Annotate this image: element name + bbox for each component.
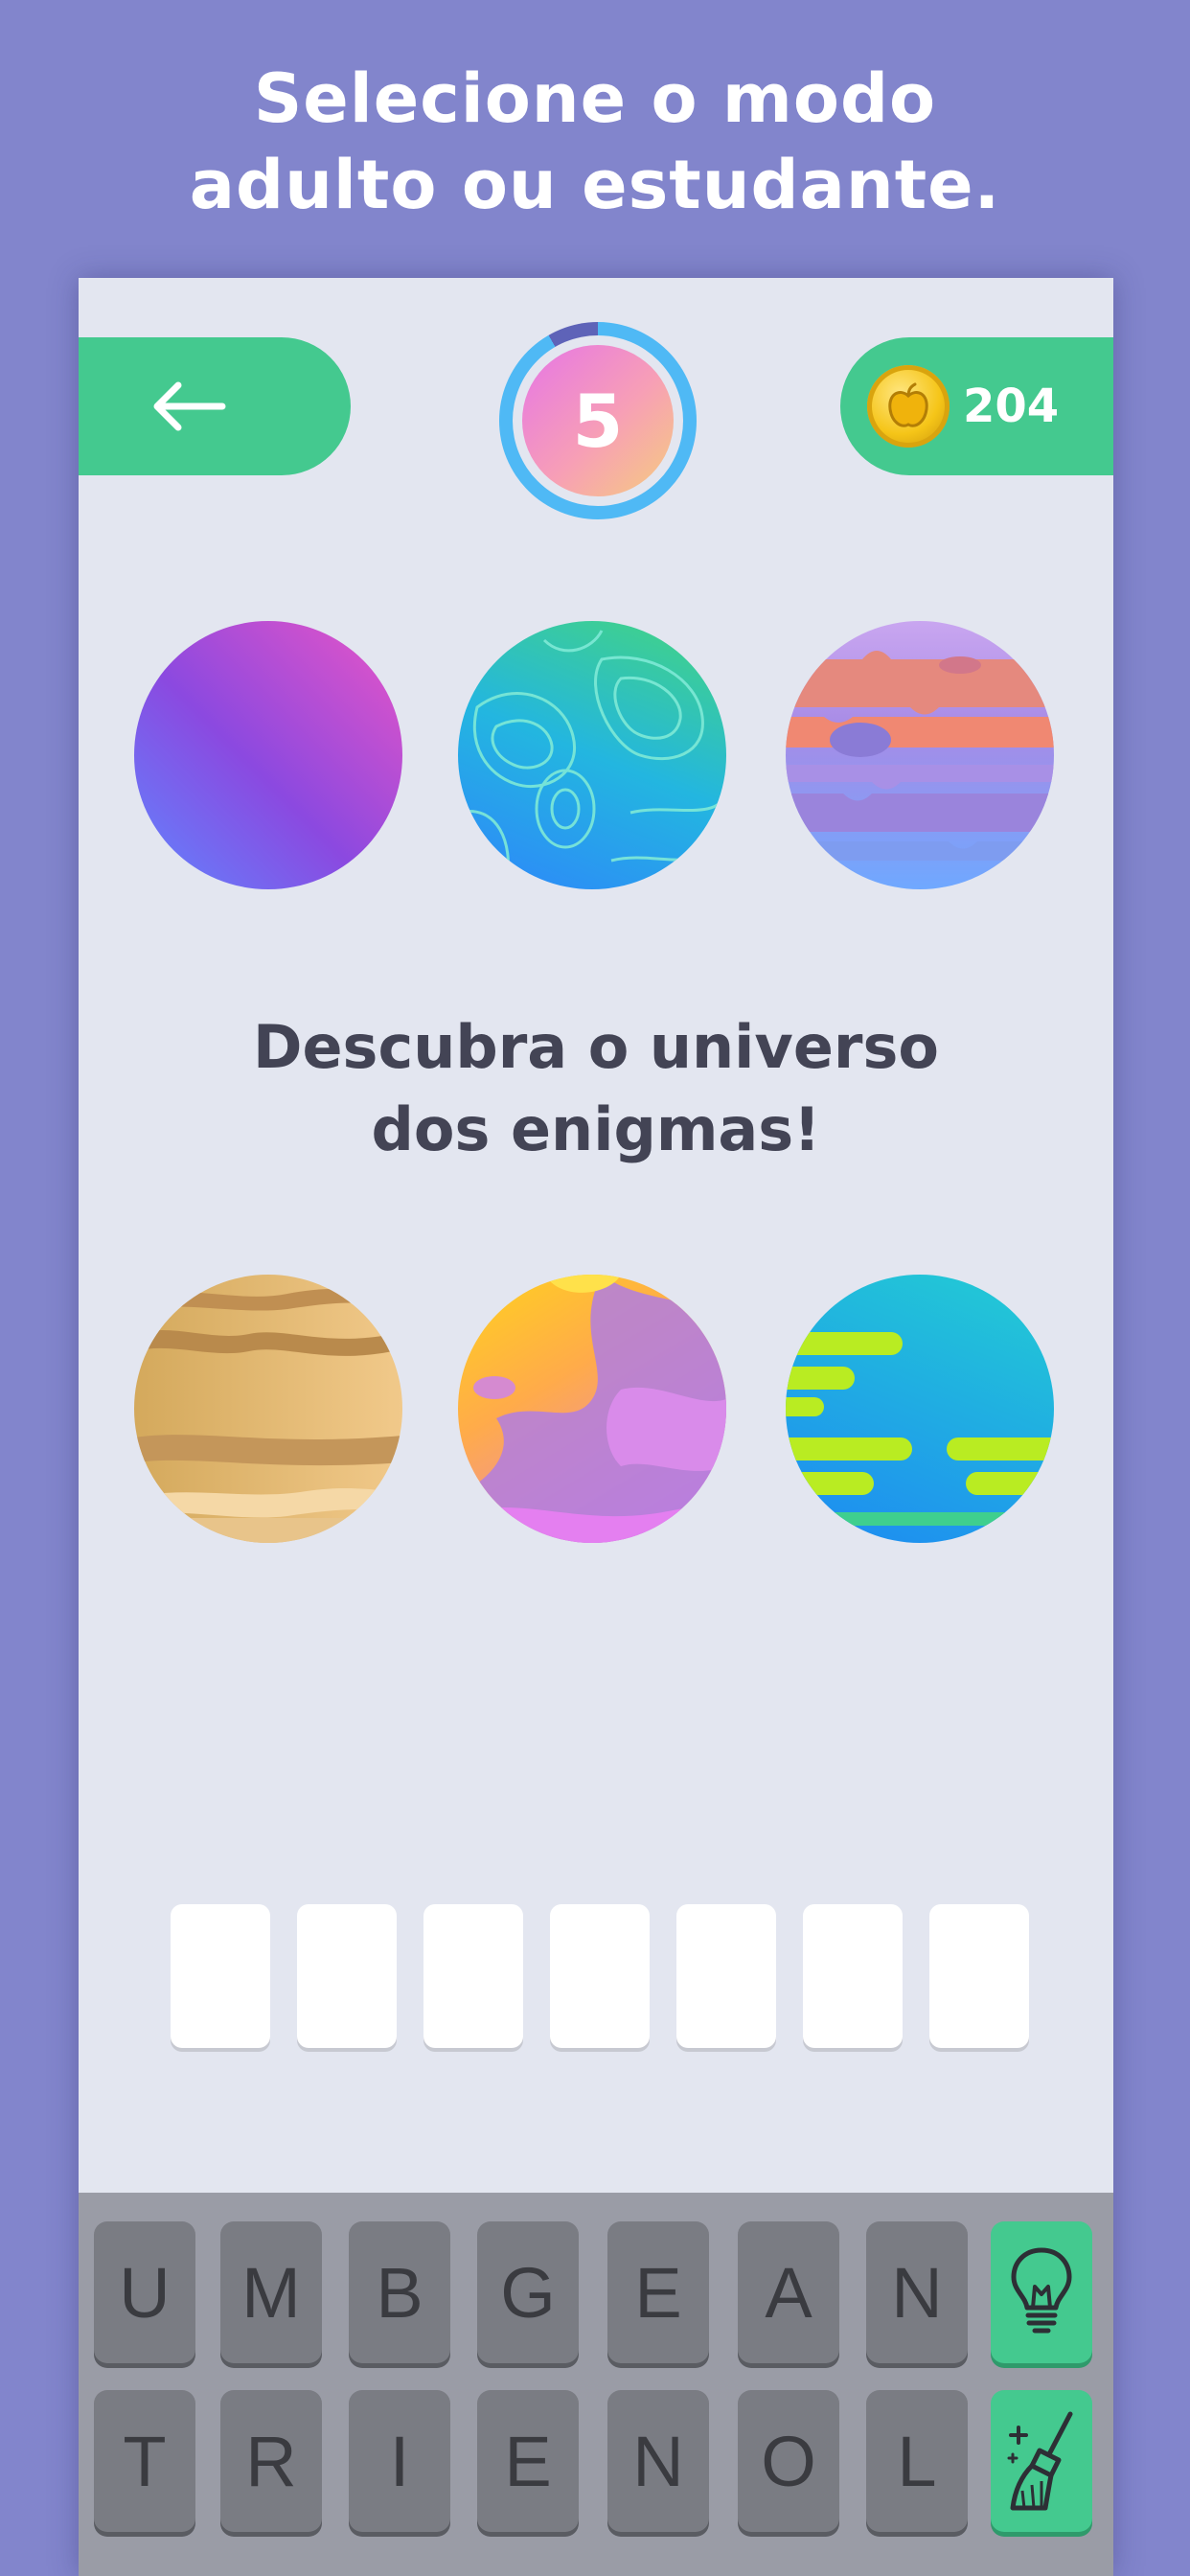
letter-key[interactable]: L — [866, 2390, 968, 2532]
answer-slots — [171, 1904, 1029, 2048]
clear-button[interactable] — [991, 2390, 1092, 2532]
tagline: Descubra o universo dos enigmas! — [79, 1006, 1113, 1171]
apple-coin-icon — [867, 365, 950, 448]
letter-key[interactable]: O — [738, 2390, 839, 2532]
headline: Selecione o modo adulto ou estudante. — [0, 56, 1190, 228]
back-button[interactable] — [79, 337, 351, 475]
planet-ocean-image — [786, 1275, 1054, 1543]
lightbulb-icon — [1011, 2247, 1072, 2334]
planet-lava-image — [458, 1275, 726, 1543]
answer-slot[interactable] — [929, 1904, 1029, 2048]
letter-key[interactable]: E — [477, 2390, 579, 2532]
answer-slot[interactable] — [297, 1904, 397, 2048]
arrow-left-icon — [153, 381, 226, 431]
letter-key[interactable]: I — [349, 2390, 450, 2532]
letter-key[interactable]: A — [738, 2221, 839, 2363]
planet-striped-image — [786, 621, 1054, 889]
headline-line-2: adulto ou estudante. — [189, 146, 1001, 224]
answer-slot[interactable] — [423, 1904, 523, 2048]
tagline-line-2: dos enigmas! — [371, 1094, 821, 1164]
letter-key[interactable]: R — [220, 2390, 322, 2532]
answer-slot[interactable] — [550, 1904, 650, 2048]
letter-key[interactable]: M — [220, 2221, 322, 2363]
letter-key[interactable]: U — [94, 2221, 195, 2363]
letter-key[interactable]: B — [349, 2221, 450, 2363]
answer-slot[interactable] — [803, 1904, 903, 2048]
planet-contour-image — [458, 621, 726, 889]
planet-sand-image — [134, 1275, 402, 1543]
planet-violet-image — [134, 621, 402, 889]
coin-balance[interactable]: 204 — [840, 337, 1113, 475]
answer-slot[interactable] — [171, 1904, 270, 2048]
game-screen: 5 204 Descubra o universo dos enigmas! U… — [79, 278, 1113, 2576]
headline-line-1: Selecione o modo — [253, 59, 937, 138]
letter-key[interactable]: E — [607, 2221, 709, 2363]
letter-key[interactable]: N — [866, 2221, 968, 2363]
tagline-line-1: Descubra o universo — [253, 1012, 939, 1082]
letter-keyboard: U M B G E A N T R I E N O L — [79, 2193, 1113, 2576]
coin-count: 204 — [963, 380, 1060, 433]
letter-key[interactable]: N — [607, 2390, 709, 2532]
letter-key[interactable]: G — [477, 2221, 579, 2363]
level-indicator: 5 — [499, 322, 697, 519]
letter-key[interactable]: T — [94, 2390, 195, 2532]
level-number: 5 — [522, 345, 674, 496]
hint-button[interactable] — [991, 2221, 1092, 2363]
answer-slot[interactable] — [676, 1904, 776, 2048]
broom-icon — [1007, 2411, 1073, 2511]
